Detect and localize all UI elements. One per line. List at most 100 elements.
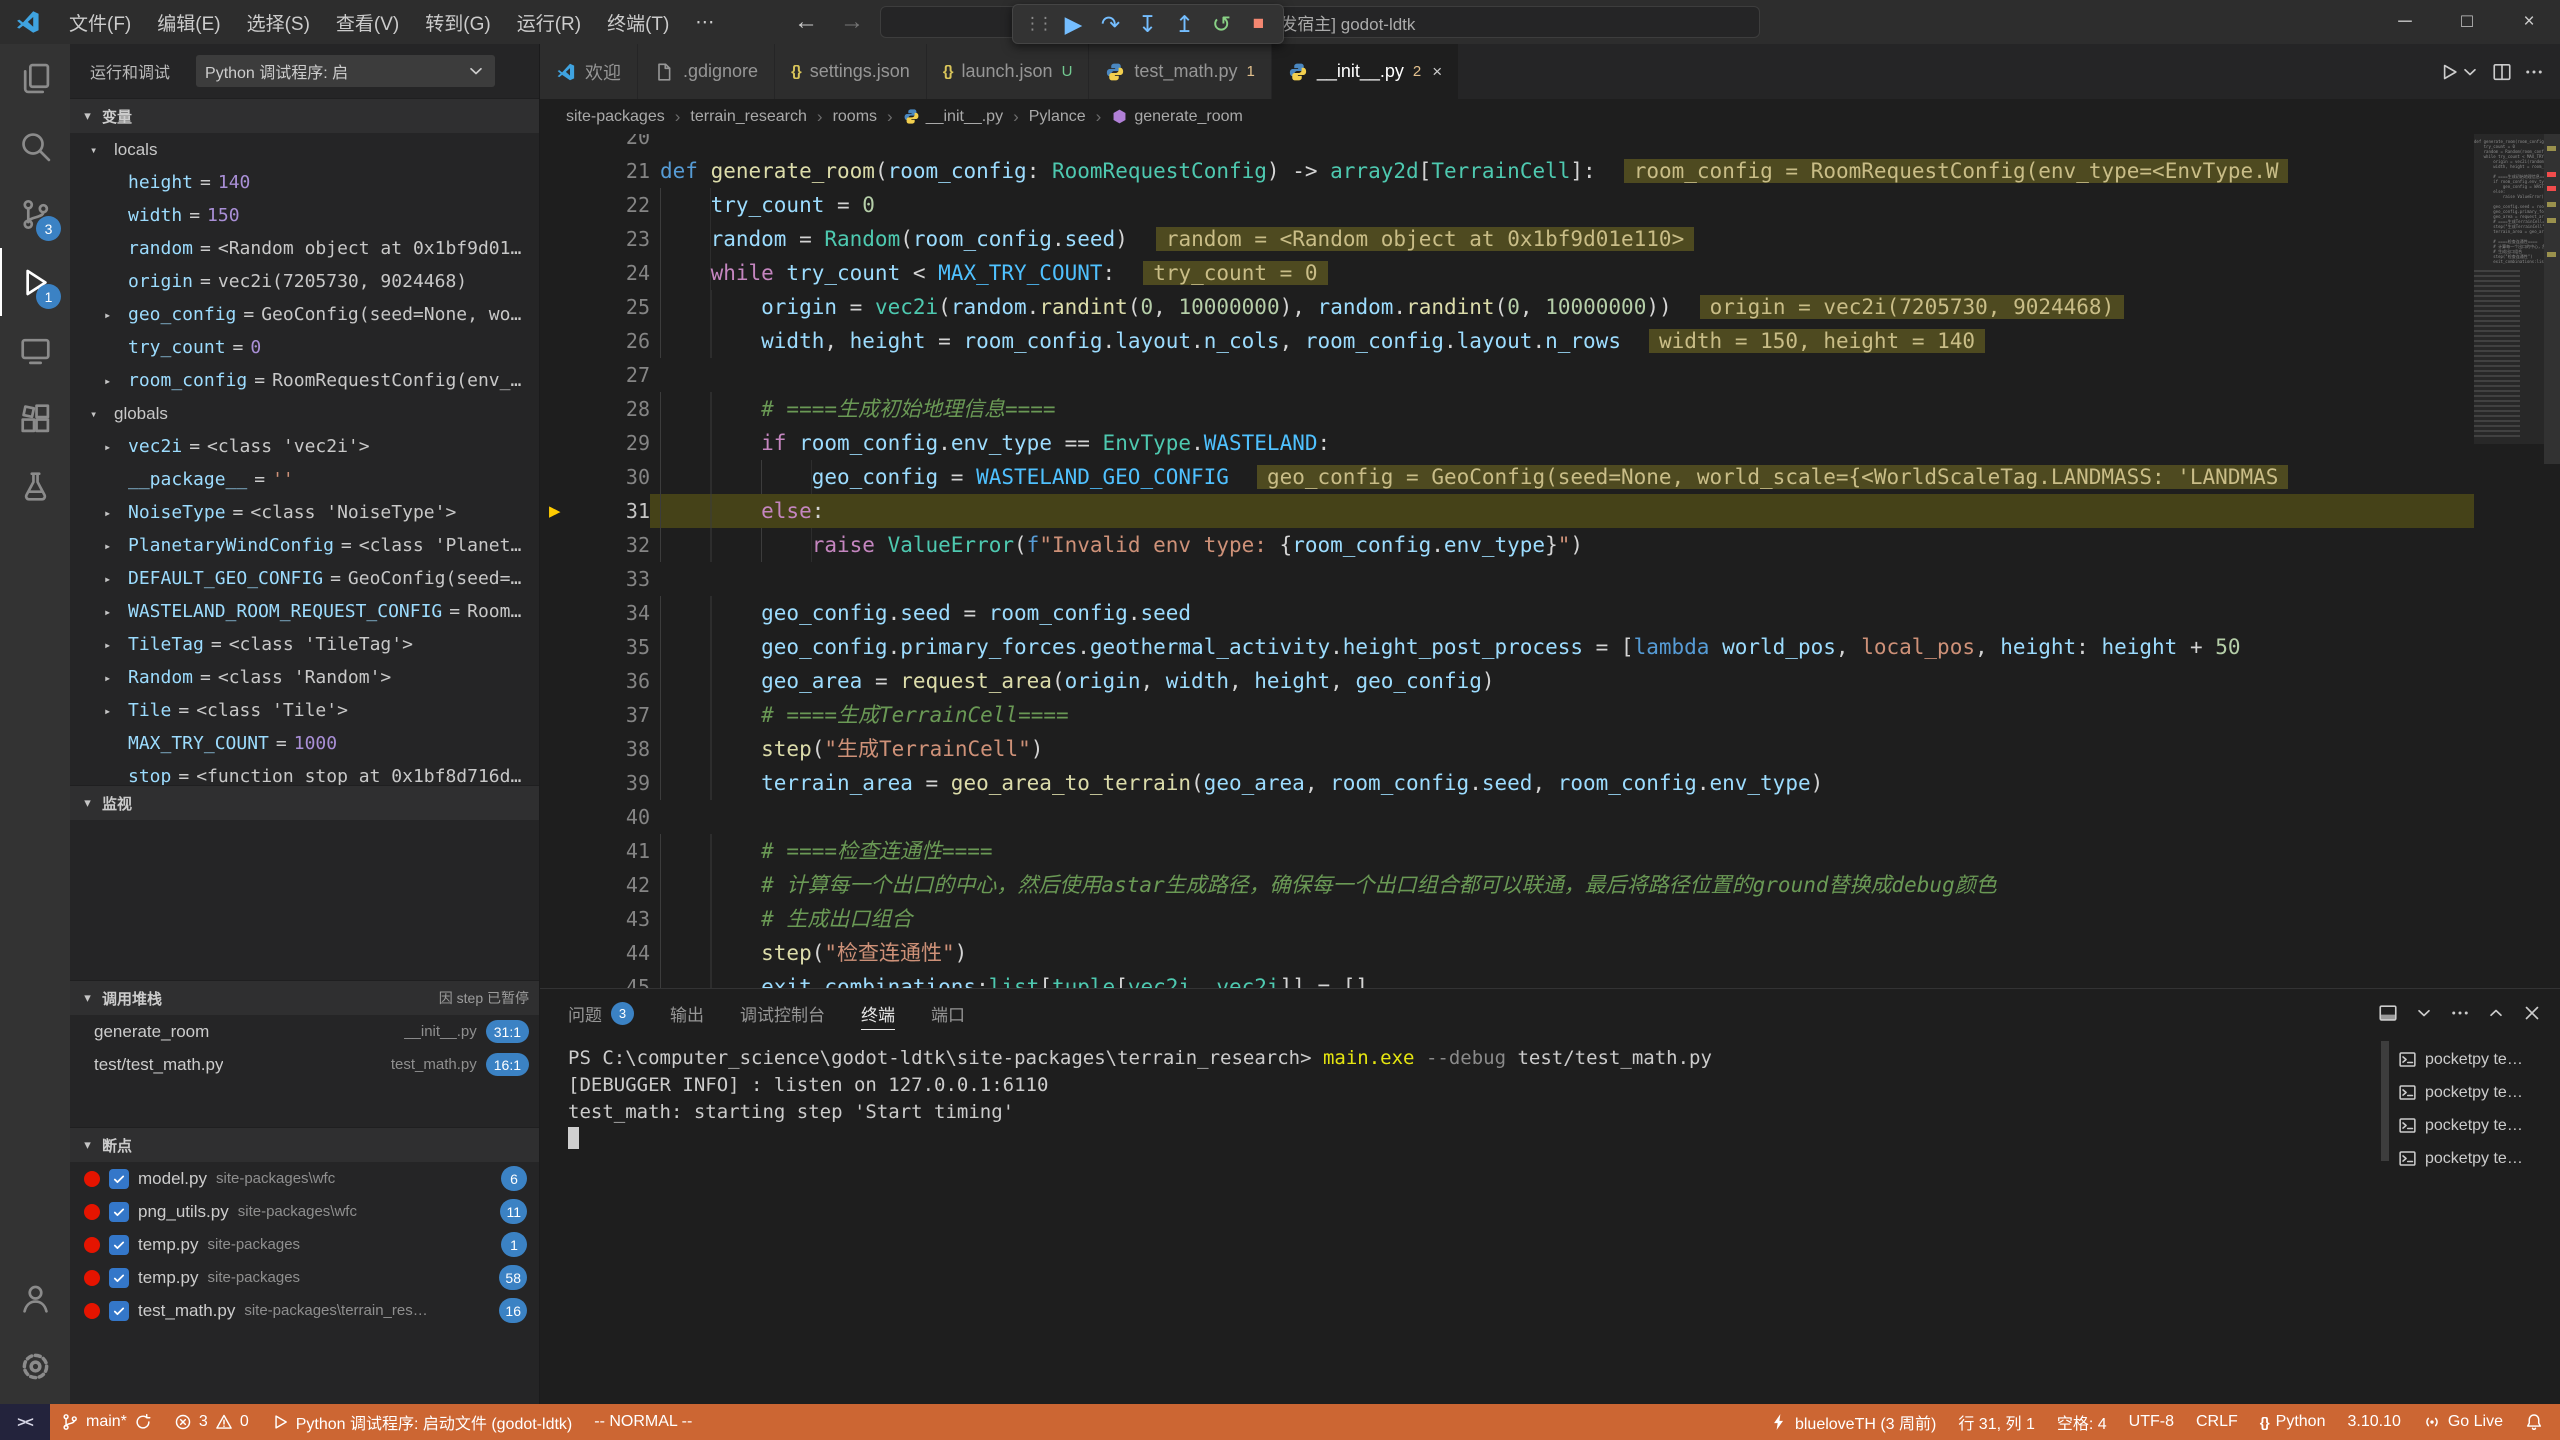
code-line-35[interactable]: 35geo_config.primary_forces.geothermal_a… (540, 630, 2474, 664)
breadcrumb-item[interactable]: site-packages (566, 108, 665, 126)
activitybar-remote-explorer[interactable] (0, 316, 70, 384)
code-line-39[interactable]: 39terrain_area = geo_area_to_terrain(geo… (540, 766, 2474, 800)
code-line-23[interactable]: 23random = Random(room_config.seed)rando… (540, 222, 2474, 256)
status-blame[interactable]: blueloveTH (3 周前) (1759, 1404, 1947, 1440)
gutter[interactable]: 24 (540, 256, 650, 290)
step-into-button[interactable]: ↧ (1129, 7, 1166, 41)
variable-row[interactable]: __package__='' (70, 463, 539, 496)
maximize-panel-icon[interactable] (2486, 1003, 2506, 1023)
forward-arrow-icon[interactable]: → (834, 8, 870, 36)
gutter[interactable]: 23 (540, 222, 650, 256)
menu-7[interactable]: 终端(T) (594, 0, 682, 44)
activitybar-settings[interactable] (0, 1332, 70, 1400)
breakpoint-checkbox[interactable] (109, 1301, 129, 1321)
variables-section-header[interactable]: ▾ 变量 (70, 98, 539, 133)
activitybar-accounts[interactable] (0, 1264, 70, 1332)
gutter[interactable]: 42 (540, 868, 650, 902)
tab-launch.json[interactable]: {}launch.jsonU (927, 44, 1090, 99)
breakpoint-row[interactable]: temp.pysite-packages58 (70, 1261, 539, 1294)
breadcrumb-item[interactable]: terrain_research (690, 108, 807, 126)
panel-tab-问题[interactable]: 问题3 (568, 989, 634, 1037)
tab-__init__.py[interactable]: __init__.py2× (1272, 44, 1459, 99)
tab-settings.json[interactable]: {}settings.json (775, 44, 927, 99)
variable-row[interactable]: ▸Random=<class 'Random'> (70, 661, 539, 694)
status-language-mode[interactable]: {}Python (2249, 1404, 2337, 1440)
variable-row[interactable]: ▸WASTELAND_ROOM_REQUEST_CONFIG=RoomR… (70, 595, 539, 628)
gutter[interactable]: 25 (540, 290, 650, 324)
code-line-25[interactable]: 25origin = vec2i(random.randint(0, 10000… (540, 290, 2474, 324)
split-editor-icon[interactable] (2492, 62, 2512, 82)
editor-scrollbar[interactable] (2544, 134, 2560, 988)
terminal-instance[interactable]: pocketpy te… (2392, 1076, 2560, 1109)
variable-row[interactable]: width=150 (70, 199, 539, 232)
gutter[interactable]: 36 (540, 664, 650, 698)
breadcrumb-item[interactable]: rooms (833, 108, 877, 126)
variable-row[interactable]: ▸geo_config=GeoConfig(seed=None, wor… (70, 298, 539, 331)
breakpoint-row[interactable]: temp.pysite-packages1 (70, 1228, 539, 1261)
code-line-29[interactable]: 29if room_config.env_type == EnvType.WAS… (540, 426, 2474, 460)
menu-6[interactable]: 运行(R) (504, 0, 594, 44)
more-actions-icon[interactable] (2450, 1003, 2470, 1023)
close-panel-icon[interactable] (2522, 1003, 2542, 1023)
gutter[interactable]: 20 (540, 134, 650, 154)
gutter[interactable]: 28 (540, 392, 650, 426)
gutter[interactable]: 21 (540, 154, 650, 188)
menu-2[interactable]: 编辑(E) (144, 0, 233, 44)
code-line-37[interactable]: 37# ====生成TerrainCell==== (540, 698, 2474, 732)
more-actions-icon[interactable] (2524, 62, 2544, 82)
menu-overflow[interactable]: ⋯ (682, 0, 727, 44)
activitybar-source-control[interactable]: 3 (0, 180, 70, 248)
gutter[interactable]: 39 (540, 766, 650, 800)
breadcrumb-item[interactable]: __init__.py (903, 108, 1003, 126)
status-vim-mode[interactable]: -- NORMAL -- (583, 1404, 703, 1440)
status-debug-launch[interactable]: Python 调试程序: 启动文件 (godot-ldtk) (260, 1404, 584, 1440)
variable-row[interactable]: ▸NoiseType=<class 'NoiseType'> (70, 496, 539, 529)
status-cursor-position[interactable]: 行 31, 列 1 (1947, 1404, 2045, 1440)
panel-layout-icon[interactable] (2378, 1003, 2398, 1023)
code-line-45[interactable]: 45exit_combinations:list[tuple[vec2i, ve… (540, 970, 2474, 988)
code-line-38[interactable]: 38step("生成TerrainCell") (540, 732, 2474, 766)
minimap[interactable]: def generate_room(room_config: RoomReque… (2474, 134, 2544, 988)
panel-tab-端口[interactable]: 端口 (931, 989, 965, 1037)
code-editor[interactable]: 2021def generate_room(room_config: RoomR… (540, 134, 2560, 988)
status-notifications[interactable] (2514, 1404, 2554, 1440)
close-tab-icon[interactable]: × (1432, 62, 1442, 82)
variable-row[interactable]: height=140 (70, 166, 539, 199)
variable-row[interactable]: stop=<function stop at 0x1bf8d716d… (70, 760, 539, 785)
tab-.gdignore[interactable]: .gdignore (638, 44, 775, 99)
scope-locals[interactable]: ▾locals (70, 133, 539, 166)
back-arrow-icon[interactable]: ← (788, 8, 824, 36)
callstack-frame[interactable]: test/test_math.pytest_math.py16:1 (70, 1048, 539, 1081)
breakpoint-row[interactable]: png_utils.pysite-packages\wfc11 (70, 1195, 539, 1228)
breadcrumb-item[interactable]: generate_room (1111, 108, 1243, 126)
code-line-41[interactable]: 41# ====检查连通性==== (540, 834, 2474, 868)
code-line-21[interactable]: 21def generate_room(room_config: RoomReq… (540, 154, 2474, 188)
code-line-34[interactable]: 34geo_config.seed = room_config.seed (540, 596, 2474, 630)
remote-indicator[interactable]: >< (0, 1404, 50, 1440)
variable-row[interactable]: ▸vec2i=<class 'vec2i'> (70, 430, 539, 463)
gutter[interactable]: 44 (540, 936, 650, 970)
tab-欢迎[interactable]: 欢迎 (540, 44, 638, 99)
status-encoding[interactable]: UTF-8 (2118, 1404, 2185, 1440)
gutter[interactable]: 34 (540, 596, 650, 630)
continue-button[interactable]: ▶ (1055, 7, 1092, 41)
callstack-frame[interactable]: generate_room__init__.py31:1 (70, 1015, 539, 1048)
breakpoint-row[interactable]: test_math.pysite-packages\terrain_res…16 (70, 1294, 539, 1327)
gutter[interactable]: ▶31 (540, 494, 650, 528)
activitybar-run-and-debug[interactable]: 1 (0, 248, 70, 316)
panel-tab-输出[interactable]: 输出 (670, 989, 704, 1037)
variable-row[interactable]: origin=vec2i(7205730, 9024468) (70, 265, 539, 298)
watch-section-header[interactable]: ▾ 监视 (70, 785, 539, 820)
menu-4[interactable]: 查看(V) (323, 0, 412, 44)
close-button[interactable]: × (2498, 0, 2560, 44)
restart-button[interactable]: ↺ (1203, 7, 1240, 41)
variable-row[interactable]: ▸room_config=RoomRequestConfig(env_t… (70, 364, 539, 397)
status-indentation[interactable]: 空格: 4 (2046, 1404, 2118, 1440)
gutter[interactable]: 32 (540, 528, 650, 562)
tab-test_math.py[interactable]: test_math.py1 (1089, 44, 1271, 99)
code-line-24[interactable]: 24while try_count < MAX_TRY_COUNT:try_co… (540, 256, 2474, 290)
terminal-output[interactable]: PS C:\computer_science\godot-ldtk\site-p… (540, 1037, 2378, 1404)
breakpoints-section-header[interactable]: ▾ 断点 (70, 1127, 539, 1162)
code-line-20[interactable]: 20 (540, 134, 2474, 154)
status-go-live[interactable]: Go Live (2412, 1404, 2514, 1440)
